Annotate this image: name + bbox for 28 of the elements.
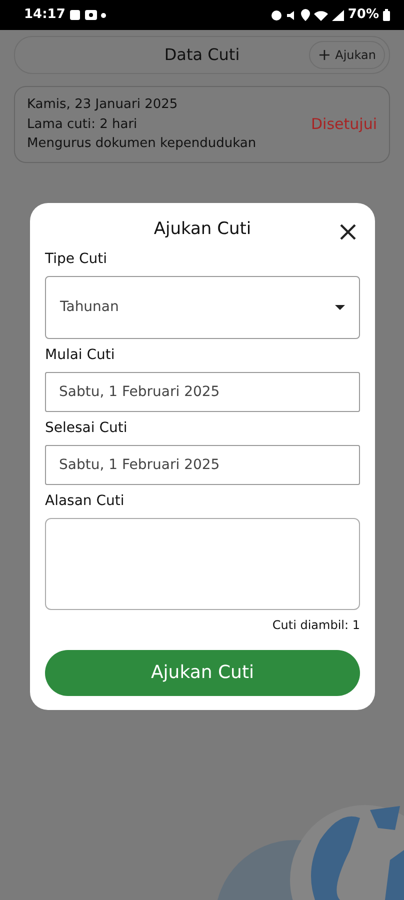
field-label: Mulai Cuti <box>45 346 116 364</box>
caret-icon <box>335 304 345 310</box>
battery-icon <box>383 9 390 21</box>
add-button[interactable]: + Ajukan <box>308 41 385 69</box>
days-taken: Cuti diambil: 1 <box>272 616 360 634</box>
dot-icon <box>101 12 106 18</box>
wifi-icon <box>314 10 328 20</box>
date-field[interactable]: Sabtu, 1 Februari 2025 <box>45 444 360 484</box>
image-icon <box>85 9 98 21</box>
field-label: Alasan Cuti <box>45 492 126 510</box>
battery-level: 70% <box>348 6 379 24</box>
signal-icon <box>332 10 344 20</box>
leave-date: Kamis, 23 Januari 2025 <box>27 96 179 114</box>
leave-reason: Mengurus dokumen kependudukan <box>27 135 256 153</box>
dialog-title: Ajukan Cuti <box>154 218 252 241</box>
field-label: Selesai Cuti <box>45 418 128 438</box>
leave-status: Disetujui <box>311 114 377 135</box>
clock: 14:17 <box>24 6 66 24</box>
page-title: Data Cuti <box>164 44 240 66</box>
leave-card[interactable]: Kamis, 23 Januari 2025 Lama cuti: 2 hari Mengurus dokumen kependudukan Disetujui <box>14 86 390 162</box>
location-icon <box>300 9 310 21</box>
field-label: Tipe Cuti <box>45 250 108 268</box>
mute-icon <box>286 10 297 20</box>
date-field[interactable]: Sabtu, 1 Februari 2025 <box>45 372 360 412</box>
dropdown-field[interactable]: Tahunan <box>45 276 360 338</box>
reason-field[interactable] <box>45 518 360 610</box>
submit-button[interactable]: Ajukan Cuti <box>45 650 360 696</box>
leave-duration: Lama cuti: 2 hari <box>27 116 138 134</box>
